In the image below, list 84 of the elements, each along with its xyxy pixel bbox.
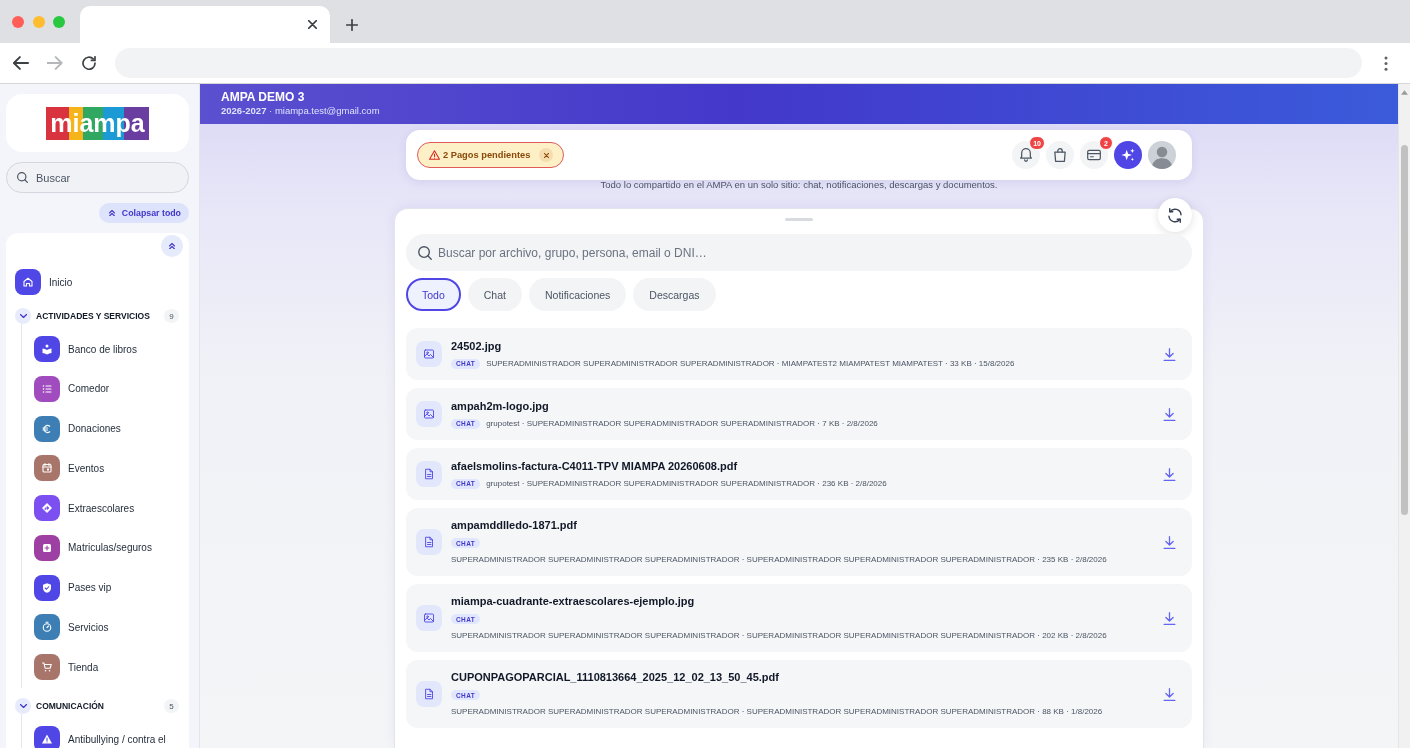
image-icon (416, 401, 442, 427)
nav-item[interactable]: Servicios (34, 614, 109, 641)
search-icon (418, 245, 432, 260)
file-name: ampamddlledo-1871.pdf (451, 519, 578, 532)
section-title: ACTIVIDADES Y SERVICIOS (36, 311, 150, 321)
nav-item[interactable]: Comedor (34, 375, 110, 402)
avatar-icon (1148, 141, 1176, 169)
download-icon (1162, 467, 1176, 481)
search-icon (17, 172, 28, 183)
document-icon (416, 461, 442, 487)
credit-card-icon (1087, 148, 1101, 162)
collapse-button[interactable] (161, 235, 183, 257)
organization-name: AMPA DEMO 3 (221, 90, 306, 104)
dismiss-button[interactable] (539, 148, 554, 162)
filter-tab[interactable]: Notificaciones (528, 278, 627, 311)
nav-item[interactable]: Inicio (15, 269, 73, 295)
close-icon[interactable] (308, 20, 317, 29)
double-chevron-up-icon (108, 209, 115, 217)
close-window-icon[interactable] (12, 15, 24, 28)
download-icon (1162, 611, 1176, 625)
image-icon (416, 341, 442, 367)
header-subtitle: 2026-2027 · miampa.test@gmail.com (221, 105, 381, 117)
warning-icon (429, 150, 440, 160)
shop-button[interactable] (1046, 141, 1074, 169)
payment-alert[interactable]: 2 Pagos pendientes (417, 142, 565, 168)
document-icon (416, 529, 442, 555)
filter-tab[interactable]: Todo (406, 278, 461, 311)
kebab-menu-icon[interactable] (1384, 55, 1388, 71)
file-details: SUPERADMINISTRADOR SUPERADMINISTRADOR SUPERADMINISTRADOR · SUPERADMINISTRADOR SUPERADMINISTRADOR SUPERADMINISTRADOR · 235 KB · 2/8/2026 (451, 555, 1107, 565)
download-icon (1162, 535, 1176, 549)
file-name: ampah2m-logo.jpg (451, 399, 550, 413)
download-icon (1162, 407, 1176, 421)
nav-item[interactable]: Extraescolares (34, 495, 135, 521)
nav-item[interactable]: Tienda (34, 654, 99, 680)
collapse-all-button[interactable]: Colapsar todo (98, 203, 189, 223)
nav-item[interactable]: Banco de libros (34, 336, 137, 362)
chevron-down-icon (19, 704, 27, 708)
document-icon (416, 681, 442, 707)
file-name: miampa-cuadrante-extraescolares-ejemplo.jpg (451, 595, 696, 608)
scrollbar-thumb[interactable] (1401, 145, 1408, 515)
count-badge: 9 (164, 309, 179, 323)
section-title: COMUNICACIÓN (36, 701, 104, 711)
close-icon (543, 152, 549, 158)
filter-tab[interactable]: Descargas (633, 278, 716, 311)
search-field[interactable]: Buscar (6, 162, 189, 193)
scroll-up-arrow-icon[interactable] (1401, 90, 1408, 95)
nav-item[interactable]: Donaciones (34, 415, 121, 442)
nav-item[interactable]: Eventos (34, 455, 105, 482)
nav-item[interactable]: Matriculas/seguros (34, 534, 152, 561)
reload-icon[interactable] (81, 56, 97, 70)
shopping-bag-icon (1053, 148, 1067, 162)
image-icon (416, 605, 442, 631)
bell-icon (1019, 148, 1033, 162)
double-chevron-up-icon (169, 242, 175, 250)
file-name: afaelsmolins-factura-C4011-TPV MIAMPA 20260608.pdf (451, 459, 739, 473)
download-icon (1162, 347, 1176, 361)
count-badge: 5 (164, 699, 179, 713)
search-field[interactable]: Buscar por archivo, grupo, persona, email o DNI… (406, 234, 1192, 271)
intro-text: Todo lo compartido en el AMPA en un solo sitio: chat, notificaciones, descargas y documentos. (600, 179, 998, 190)
sparkle-icon (1121, 148, 1135, 162)
file-details: SUPERADMINISTRADOR SUPERADMINISTRADOR SUPERADMINISTRADOR · SUPERADMINISTRADOR SUPERADMINISTRADOR SUPERADMINISTRADOR · 202 KB · 2/8/2026 (451, 631, 1107, 641)
section-toggle[interactable] (15, 308, 31, 324)
refresh-button[interactable] (1158, 198, 1192, 232)
file-name: 24502.jpg (451, 339, 503, 353)
file-details: SUPERADMINISTRADOR SUPERADMINISTRADOR SUPERADMINISTRADOR · MIAMPATEST2 MIAMPATEST MIAMPATEST · 33 KB · 15/8/2026 (486, 358, 1015, 369)
assistant-button[interactable] (1114, 141, 1142, 169)
file-details: grupotest · SUPERADMINISTRADOR SUPERADMINISTRADOR SUPERADMINISTRADOR · 236 KB · 2/8/2026 (486, 478, 887, 489)
download-icon (1162, 687, 1176, 701)
drag-handle[interactable] (785, 218, 813, 221)
back-arrow-icon[interactable] (13, 56, 29, 70)
file-name: CUPONPAGOPARCIAL_1110813664_2025_12_02_13_50_45.pdf (451, 671, 780, 684)
section-toggle[interactable] (15, 698, 31, 714)
chevron-down-icon (19, 314, 27, 318)
refresh-icon (1168, 207, 1182, 223)
notifications-button[interactable] (1012, 141, 1040, 169)
nav-item[interactable]: Pases vip (34, 574, 112, 601)
plus-icon[interactable] (346, 18, 358, 31)
filter-tab[interactable]: Chat (467, 278, 522, 311)
profile-button[interactable] (1148, 141, 1176, 169)
nav-item[interactable]: Antibullying / contra el (34, 726, 166, 748)
file-details: grupotest · SUPERADMINISTRADOR SUPERADMINISTRADOR SUPERADMINISTRADOR · 7 KB · 2/8/2026 (486, 418, 878, 429)
payments-button[interactable] (1080, 141, 1108, 169)
file-details: SUPERADMINISTRADOR SUPERADMINISTRADOR SUPERADMINISTRADOR · SUPERADMINISTRADOR SUPERADMINISTRADOR SUPERADMINISTRADOR · 88 KB · 1/8/2026 (451, 707, 1103, 717)
alert-label: 2 Pagos pendientes (443, 150, 531, 160)
